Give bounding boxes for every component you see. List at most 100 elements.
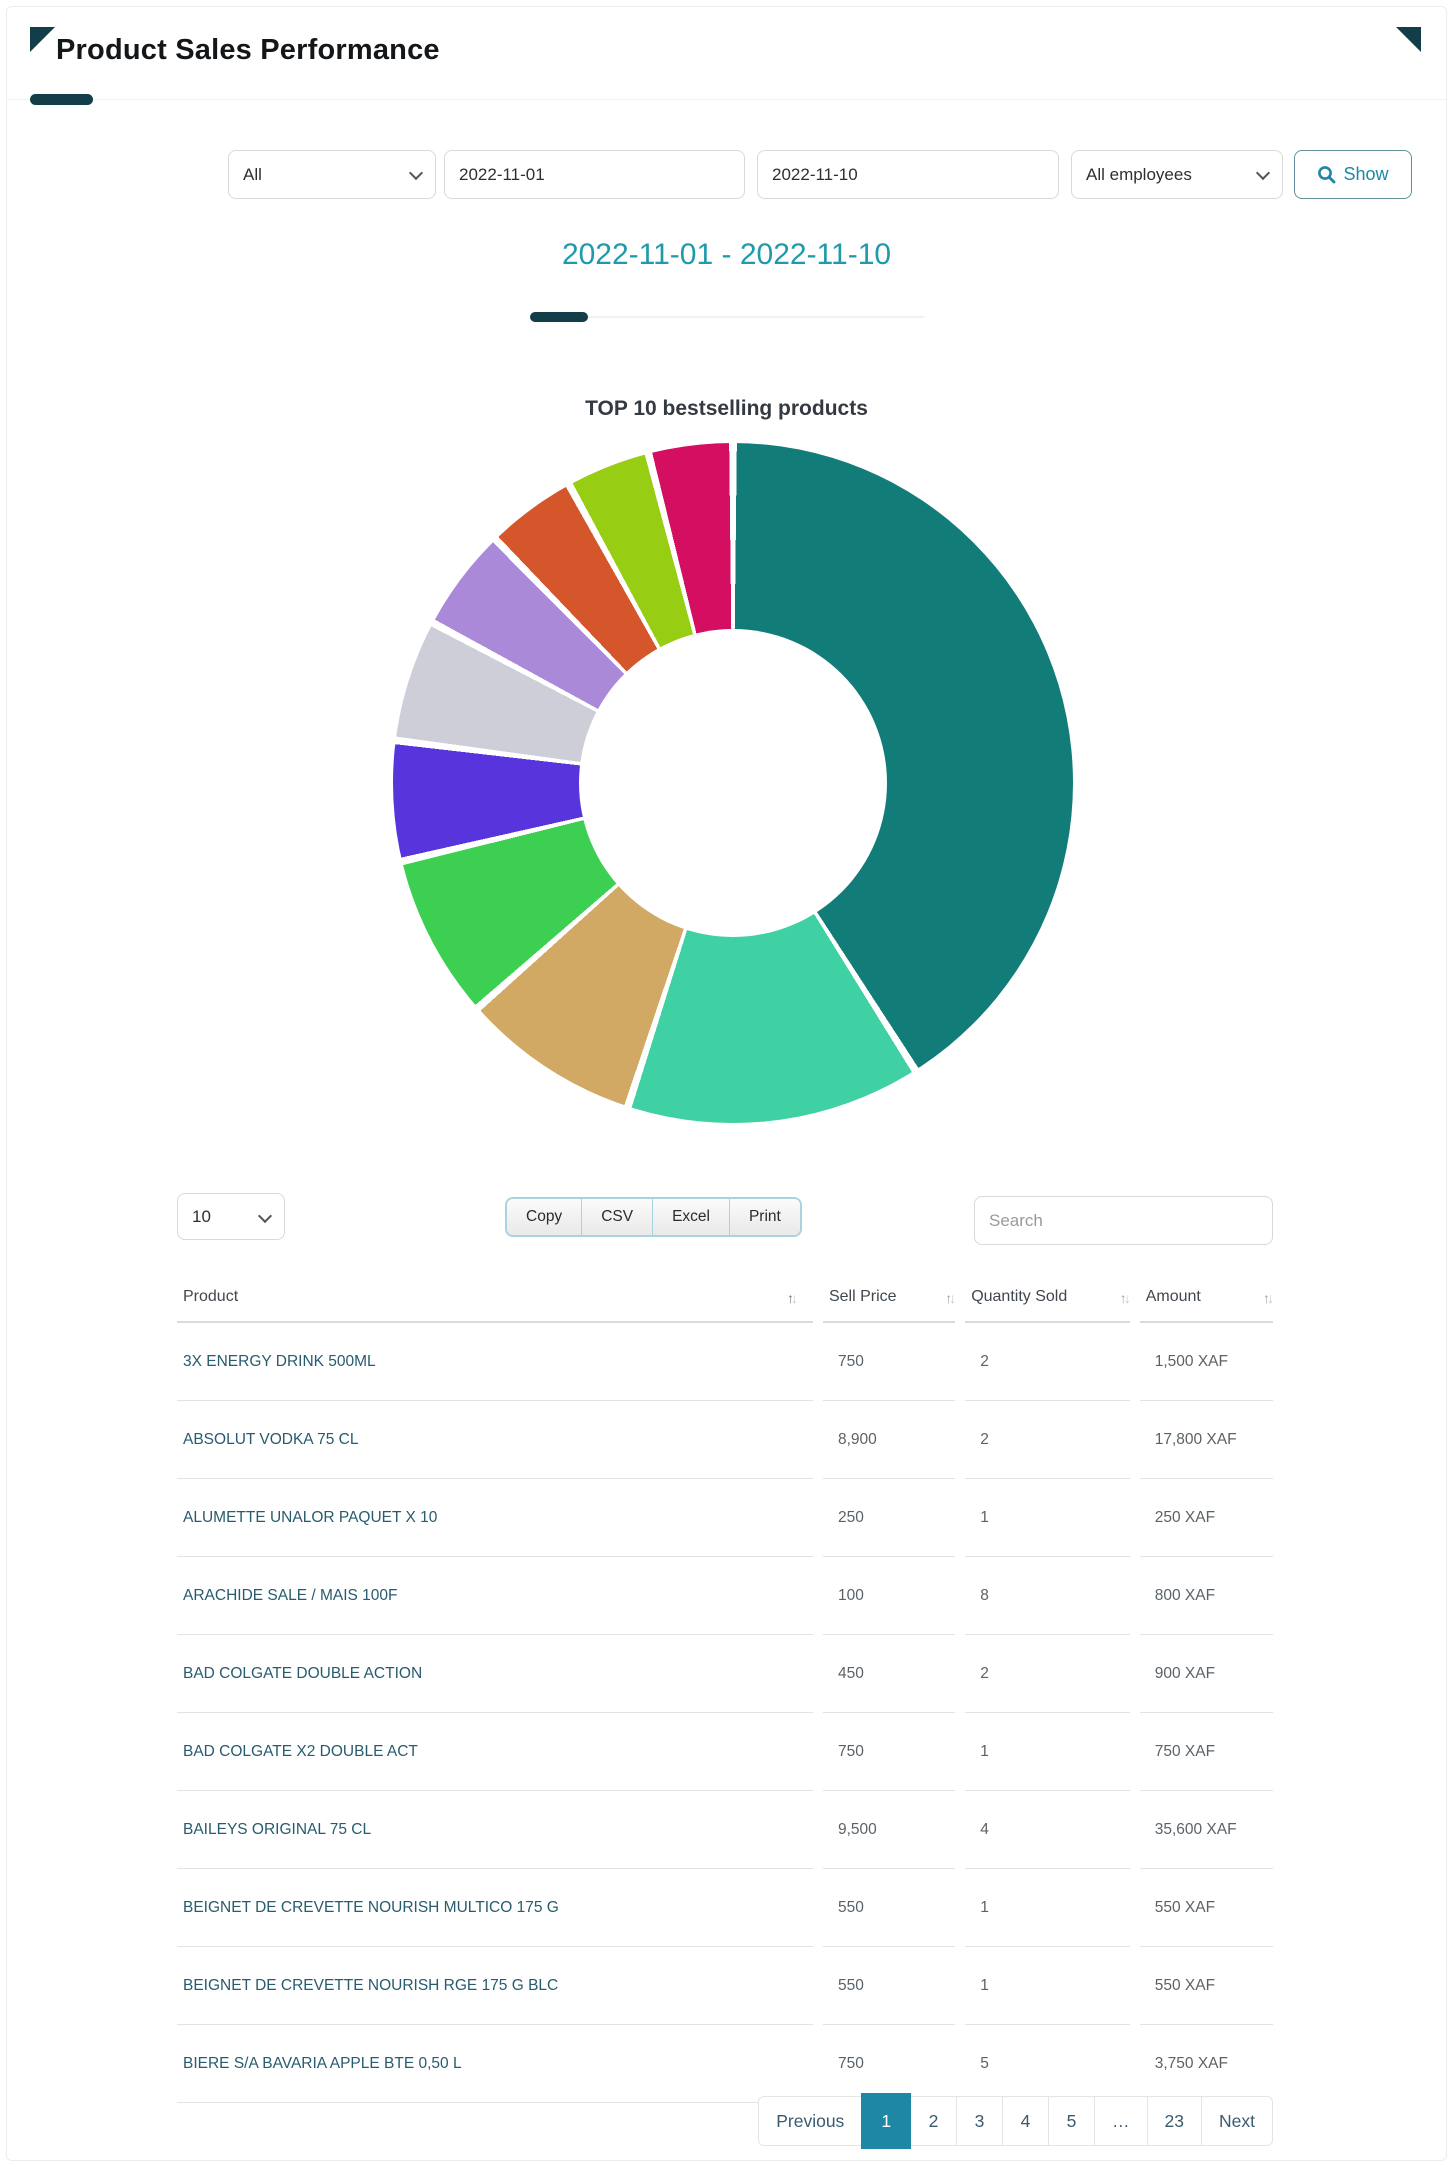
header-divider [7, 99, 1446, 100]
product-cell: 3X ENERGY DRINK 500ML [177, 1323, 813, 1401]
product-cell: ALUMETTE UNALOR PAQUET X 10 [177, 1479, 813, 1557]
product-cell: BAILEYS ORIGINAL 75 CL [177, 1791, 813, 1869]
product-cell: BIERE S/A BAVARIA APPLE BTE 0,50 L [177, 2025, 813, 2103]
export-button-csv[interactable]: CSV [582, 1199, 654, 1235]
sort-icon: ↑↓ [945, 1290, 956, 1306]
donut-chart[interactable] [393, 443, 1073, 1123]
product-cell: BEIGNET DE CREVETTE NOURISH RGE 175 G BL… [177, 1947, 813, 2025]
table-row: BAILEYS ORIGINAL 75 CL 9,500 4 35,600 XAF [177, 1791, 1273, 1869]
table-row: BIERE S/A BAVARIA APPLE BTE 0,50 L 750 5 3,… [177, 2025, 1273, 2103]
sort-icon: ↑↓ [1263, 1290, 1274, 1306]
range-divider [530, 316, 924, 318]
export-button-group: Copy CSV Excel Print [505, 1197, 802, 1237]
value-cell: 900 XAF [1139, 1635, 1273, 1713]
page-button-3[interactable]: 3 [956, 2096, 1004, 2146]
table-row: BEIGNET DE CREVETTE NOURISH MULTICO 175 … [177, 1869, 1273, 1947]
value-cell: 1,500 XAF [1139, 1323, 1273, 1401]
value-cell: 550 [822, 1947, 956, 2025]
value-cell: 800 XAF [1139, 1557, 1273, 1635]
column-label: Amount [1145, 1288, 1201, 1305]
corner-triangle-icon [1396, 27, 1421, 52]
column-label: Sell Price [828, 1288, 897, 1305]
table-row: BAD COLGATE X2 DOUBLE ACT 750 1 750 XAF [177, 1713, 1273, 1791]
column-header-quantity-sold[interactable]: Quantity Sold ↑↓ [965, 1278, 1131, 1323]
table-row: ABSOLUT VODKA 75 CL 8,900 2 17,800 XAF [177, 1401, 1273, 1479]
page-length-select[interactable]: 10 [177, 1193, 285, 1240]
pagination-ellipsis: … [1094, 2096, 1148, 2146]
corner-triangle-icon [30, 27, 55, 52]
date-range-title: 2022-11-01 - 2022-11-10 [561, 238, 892, 271]
table-row: ARACHIDE SALE / MAIS 100F 100 8 800 XAF [177, 1557, 1273, 1635]
page-length-select-wrap: 10 [177, 1193, 285, 1242]
column-header-amount[interactable]: Amount ↑↓ [1139, 1278, 1274, 1323]
value-cell: 750 [822, 2025, 956, 2103]
value-cell: 1 [965, 1479, 1130, 1557]
table-row: ALUMETTE UNALOR PAQUET X 10 250 1 250 XAF [177, 1479, 1273, 1557]
previous-button[interactable]: Previous [758, 2096, 863, 2146]
search-icon [1318, 166, 1336, 184]
value-cell: 450 [822, 1635, 956, 1713]
export-button-print[interactable]: Print [729, 1199, 800, 1235]
sort-icon: ↑↓ [1119, 1290, 1131, 1306]
column-header-sell-price[interactable]: Sell Price ↑↓ [822, 1278, 956, 1323]
value-cell: 2 [965, 1323, 1130, 1401]
export-button-copy[interactable]: Copy [507, 1199, 583, 1235]
page-button-1[interactable]: 1 [861, 2093, 912, 2149]
value-cell: 1 [965, 1947, 1130, 2025]
product-cell: BEIGNET DE CREVETTE NOURISH MULTICO 175 … [177, 1869, 813, 1947]
value-cell: 3,750 XAF [1139, 2025, 1273, 2103]
value-cell: 1 [965, 1713, 1130, 1791]
show-button[interactable]: Show [1294, 150, 1412, 199]
value-cell: 4 [965, 1791, 1130, 1869]
products-table: Product ↑↓ Sell Price ↑↓ Quantity Sold ↑↓ Amou… [167, 1278, 1283, 2103]
product-cell: ARACHIDE SALE / MAIS 100F [177, 1557, 813, 1635]
value-cell: 550 XAF [1139, 1869, 1273, 1947]
value-cell: 5 [965, 2025, 1130, 2103]
date-from-input[interactable] [444, 150, 745, 199]
employees-select[interactable]: All employees [1071, 150, 1283, 199]
next-button[interactable]: Next [1201, 2096, 1273, 2146]
product-cell: BAD COLGATE DOUBLE ACTION [177, 1635, 813, 1713]
page-button-2[interactable]: 2 [910, 2096, 958, 2146]
category-select[interactable]: All [228, 150, 436, 199]
value-cell: 35,600 XAF [1139, 1791, 1273, 1869]
column-label: Quantity Sold [971, 1288, 1068, 1305]
page-button-23[interactable]: 23 [1146, 2096, 1203, 2146]
value-cell: 9,500 [822, 1791, 956, 1869]
table-row: 3X ENERGY DRINK 500ML 750 2 1,500 XAF [177, 1323, 1273, 1401]
value-cell: 8,900 [822, 1401, 956, 1479]
header-accent-bar [30, 94, 93, 105]
page-button-5[interactable]: 5 [1048, 2096, 1096, 2146]
category-select-wrap: All [228, 150, 436, 199]
value-cell: 550 [822, 1869, 956, 1947]
product-cell: BAD COLGATE X2 DOUBLE ACT [177, 1713, 813, 1791]
column-label: Product [183, 1288, 239, 1305]
value-cell: 17,800 XAF [1139, 1401, 1273, 1479]
table-row: BAD COLGATE DOUBLE ACTION 450 2 900 XAF [177, 1635, 1273, 1713]
value-cell: 250 [822, 1479, 956, 1557]
value-cell: 750 [822, 1323, 956, 1401]
export-button-excel[interactable]: Excel [653, 1199, 730, 1235]
search-input[interactable] [974, 1196, 1273, 1245]
value-cell: 1 [965, 1869, 1130, 1947]
table-header-row: Product ↑↓ Sell Price ↑↓ Quantity Sold ↑↓ Amou… [177, 1278, 1274, 1323]
value-cell: 100 [822, 1557, 956, 1635]
value-cell: 8 [965, 1557, 1130, 1635]
value-cell: 550 XAF [1139, 1947, 1273, 2025]
show-button-label: Show [1343, 164, 1389, 184]
page-button-4[interactable]: 4 [1002, 2096, 1050, 2146]
product-cell: ABSOLUT VODKA 75 CL [177, 1401, 813, 1479]
range-accent-bar [530, 312, 588, 322]
pagination: Previous 1 2 3 4 5… 23 Next [758, 2093, 1273, 2149]
page-title: Product Sales Performance [56, 34, 440, 66]
employees-select-wrap: All employees [1071, 150, 1283, 199]
chart-title: TOP 10 bestselling products [585, 397, 868, 420]
table-row: BEIGNET DE CREVETTE NOURISH RGE 175 G BL… [177, 1947, 1273, 2025]
value-cell: 750 [822, 1713, 956, 1791]
value-cell: 2 [965, 1635, 1130, 1713]
column-header-product[interactable]: Product ↑↓ [177, 1278, 813, 1323]
value-cell: 2 [965, 1401, 1130, 1479]
sort-icon: ↑↓ [786, 1290, 798, 1306]
value-cell: 250 XAF [1139, 1479, 1273, 1557]
date-to-input[interactable] [757, 150, 1059, 199]
